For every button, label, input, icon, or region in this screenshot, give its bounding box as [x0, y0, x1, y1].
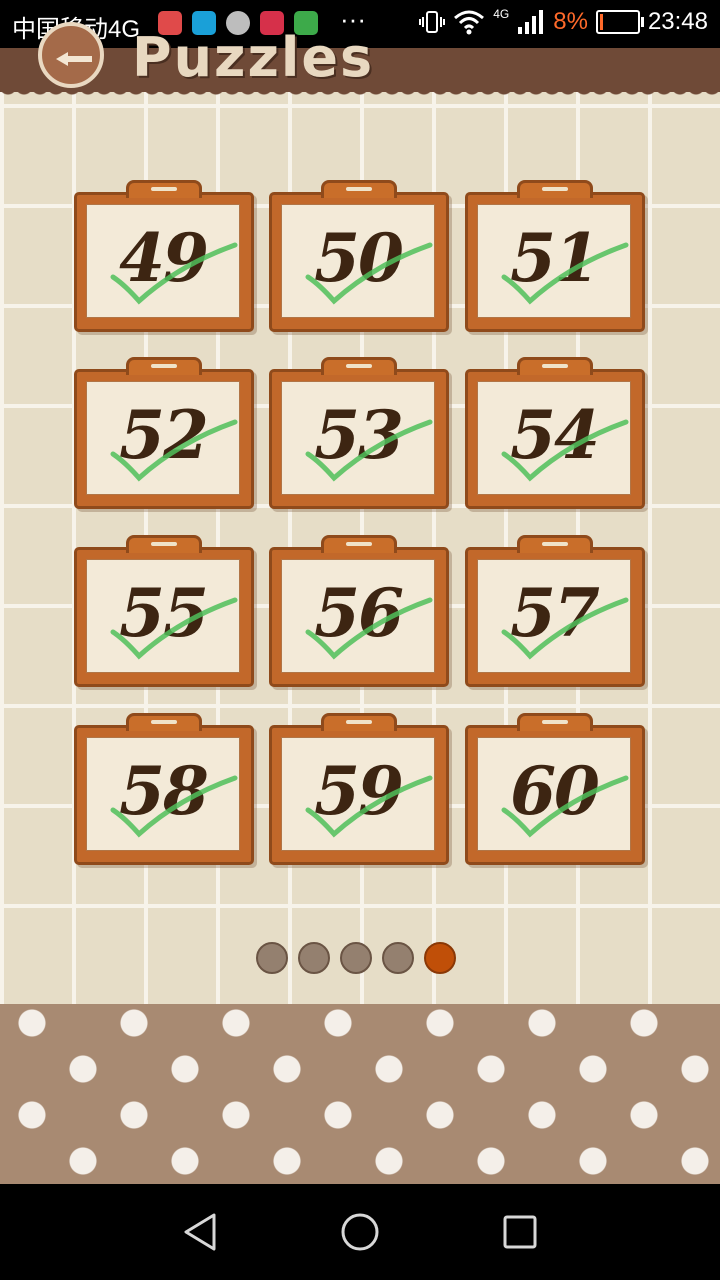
page-dot[interactable]: [298, 942, 330, 974]
card-face: 49: [86, 204, 240, 318]
level-card[interactable]: 60: [465, 713, 645, 865]
back-button[interactable]: [38, 22, 104, 88]
card-frame: 59: [269, 725, 449, 865]
completed-check-icon: [305, 419, 433, 482]
card-frame: 53: [269, 369, 449, 509]
card-frame: 50: [269, 192, 449, 332]
card-frame: 54: [465, 369, 645, 509]
completed-check-icon: [110, 597, 238, 660]
card-handle: [126, 535, 202, 553]
level-card[interactable]: 57: [465, 535, 645, 687]
card-face: 54: [477, 381, 631, 495]
back-arrow-icon: [56, 52, 92, 66]
card-face: 55: [86, 559, 240, 673]
completed-check-icon: [501, 242, 629, 305]
network-type-label: 4G: [493, 7, 510, 21]
completed-check-icon: [110, 242, 238, 305]
card-face: 57: [477, 559, 631, 673]
level-card[interactable]: 53: [269, 357, 449, 509]
card-face: 59: [281, 737, 435, 851]
level-card[interactable]: 51: [465, 180, 645, 332]
completed-check-icon: [110, 419, 238, 482]
clock: 23:48: [647, 8, 708, 35]
home-circle-icon[interactable]: [340, 1212, 380, 1252]
card-frame: 58: [74, 725, 254, 865]
battery-percent: 8%: [553, 8, 588, 35]
page-indicator: [256, 942, 456, 974]
page-dot[interactable]: [256, 942, 288, 974]
card-handle: [126, 357, 202, 375]
card-face: 51: [477, 204, 631, 318]
navigation-bar: [0, 1184, 720, 1280]
card-handle: [517, 713, 593, 731]
app-screen: Puzzles 49 50 51 52 53 54 55 56 57 58 59 60: [0, 22, 720, 1184]
card-frame: 57: [465, 547, 645, 687]
completed-check-icon: [305, 597, 433, 660]
card-frame: 55: [74, 547, 254, 687]
card-frame: 56: [269, 547, 449, 687]
system-indicators: 4G 8% 23:48: [419, 7, 708, 36]
completed-check-icon: [305, 242, 433, 305]
vibrate-icon: [419, 11, 446, 33]
card-handle: [321, 535, 397, 553]
card-face: 50: [281, 204, 435, 318]
page-dot[interactable]: [382, 942, 414, 974]
card-face: 60: [477, 737, 631, 851]
card-handle: [517, 357, 593, 375]
level-card[interactable]: 50: [269, 180, 449, 332]
back-triangle-icon[interactable]: [182, 1212, 218, 1252]
polka-dot-footer: [0, 1004, 720, 1184]
card-handle: [126, 713, 202, 731]
battery-icon: [595, 10, 644, 34]
card-face: 56: [281, 559, 435, 673]
card-face: 53: [281, 381, 435, 495]
signal-icon: [518, 10, 544, 34]
page-title: Puzzles: [132, 26, 375, 89]
card-face: 58: [86, 737, 240, 851]
completed-check-icon: [305, 775, 433, 838]
level-card[interactable]: 49: [74, 180, 254, 332]
page-dot[interactable]: [340, 942, 372, 974]
level-card[interactable]: 55: [74, 535, 254, 687]
card-handle: [517, 535, 593, 553]
completed-check-icon: [501, 597, 629, 660]
page-dot-active[interactable]: [424, 942, 456, 974]
level-card[interactable]: 56: [269, 535, 449, 687]
card-handle: [321, 713, 397, 731]
level-card[interactable]: 52: [74, 357, 254, 509]
card-handle: [321, 357, 397, 375]
card-frame: 51: [465, 192, 645, 332]
wifi-icon: [454, 10, 485, 35]
card-frame: 60: [465, 725, 645, 865]
completed-check-icon: [501, 775, 629, 838]
battery-fill: [599, 14, 603, 30]
card-frame: 52: [74, 369, 254, 509]
card-face: 52: [86, 381, 240, 495]
completed-check-icon: [501, 419, 629, 482]
card-handle: [321, 180, 397, 198]
level-card[interactable]: 54: [465, 357, 645, 509]
completed-check-icon: [110, 775, 238, 838]
level-card[interactable]: 59: [269, 713, 449, 865]
recents-square-icon[interactable]: [502, 1212, 538, 1252]
card-frame: 49: [74, 192, 254, 332]
card-handle: [517, 180, 593, 198]
level-card[interactable]: 58: [74, 713, 254, 865]
card-handle: [126, 180, 202, 198]
